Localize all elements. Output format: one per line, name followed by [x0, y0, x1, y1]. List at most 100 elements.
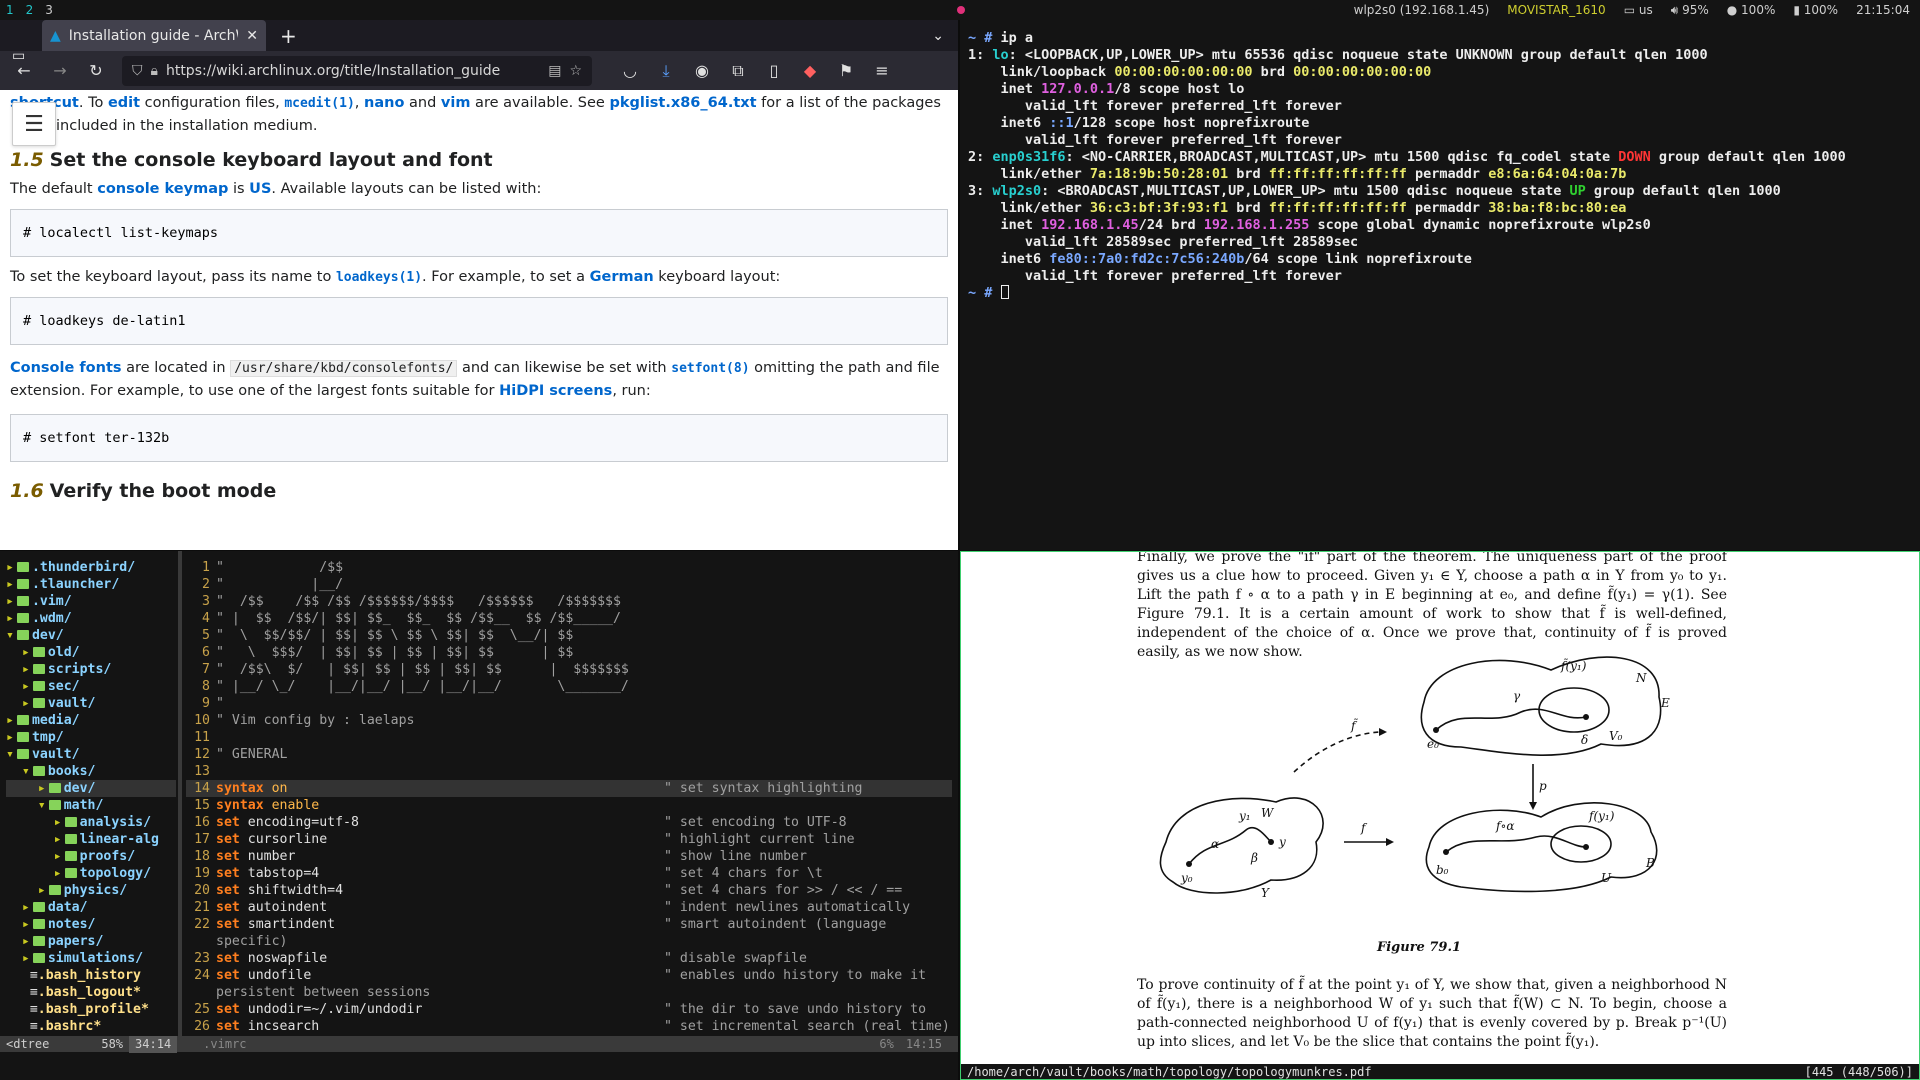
figure-caption: Figure 79.1: [1377, 940, 1462, 955]
account-icon[interactable]: ◉: [684, 61, 720, 80]
table-of-contents-icon[interactable]: ☰: [12, 102, 56, 146]
tree-item[interactable]: ▸ .vim/: [6, 593, 176, 610]
paragraph-keymap: The default console keymap is US. Availa…: [10, 181, 542, 197]
extensions-icon[interactable]: ⧉: [720, 61, 756, 81]
tree-item[interactable]: ▸ old/: [6, 644, 176, 661]
split-divider[interactable]: [178, 551, 182, 1047]
trash-extension-icon[interactable]: ▯: [756, 61, 792, 80]
tab-installation-guide[interactable]: ▲ Installation guide - ArchW ✕: [42, 20, 266, 51]
tree-item[interactable]: ▸ vault/: [6, 695, 176, 712]
workspace-3[interactable]: 3: [39, 3, 59, 17]
tree-item[interactable]: ▸ physics/: [6, 882, 176, 899]
menu-icon[interactable]: ≡: [864, 61, 900, 80]
tree-item[interactable]: ▸ sec/: [6, 678, 176, 695]
tree-item-label: media/: [31, 713, 80, 728]
tree-item-label: tmp/: [31, 730, 64, 745]
forward-icon[interactable]: →: [42, 61, 78, 80]
link-pkglist[interactable]: pkglist.x86_64.txt: [609, 95, 756, 111]
link-us[interactable]: US: [249, 181, 271, 197]
wiki-page-content: ☰ shortcut. To edit configuration files,…: [0, 90, 958, 550]
label-y1: y₁: [1238, 809, 1251, 823]
link-edit[interactable]: edit: [108, 95, 140, 111]
folder-icon: [48, 783, 61, 793]
code-block-localectl: # localectl list-keymaps: [10, 209, 948, 257]
tab-title: Installation guide - ArchW: [68, 27, 239, 44]
chevron-right-icon: ▸: [6, 594, 14, 609]
tree-item[interactable]: ▾ dev/: [6, 627, 176, 644]
tree-item-label: vault/: [31, 747, 80, 762]
figure-79-1: f̃(y₁) N E γ e₀ δ V₀ f̃ p y₁ W α β y y₀ …: [1159, 656, 1670, 900]
tree-item[interactable]: ▸ .tlauncher/: [6, 576, 176, 593]
tree-item[interactable]: ▾ books/: [6, 763, 176, 780]
pdf-viewer-window[interactable]: Finally, we prove the "if" part of the t…: [960, 551, 1920, 1080]
terminal-window[interactable]: ~ # ip a 1: lo: <LOOPBACK,UP,LOWER_UP> m…: [960, 20, 1920, 550]
tree-item[interactable]: ▸ analysis/: [6, 814, 176, 831]
tree-item[interactable]: ▸ .thunderbird/: [6, 559, 176, 576]
tree-item-label: proofs/: [79, 849, 136, 864]
tree-item[interactable]: ≡.bashrc*: [6, 1018, 176, 1035]
tree-item-label: math/: [63, 798, 104, 813]
tree-item[interactable]: ▾ math/: [6, 797, 176, 814]
tree-item[interactable]: ▸ linear-alg: [6, 831, 176, 848]
reader-view-icon[interactable]: ▤: [548, 63, 561, 79]
link-loadkeys[interactable]: loadkeys(1): [336, 270, 422, 285]
tree-item[interactable]: ▸ data/: [6, 899, 176, 916]
address-bar[interactable]: ⛉ 🔒︎ https://wiki.archlinux.org/title/In…: [122, 55, 592, 86]
lock-icon[interactable]: 🔒︎: [151, 63, 158, 79]
tree-item[interactable]: ▸ proofs/: [6, 848, 176, 865]
code-block-loadkeys: # loadkeys de-latin1: [10, 297, 948, 345]
tree-item[interactable]: ▸ topology/: [6, 865, 176, 882]
tree-item[interactable]: ▸ media/: [6, 712, 176, 729]
tree-item[interactable]: ▸ papers/: [6, 933, 176, 950]
link-console-keymap[interactable]: console keymap: [97, 181, 228, 197]
link-german[interactable]: German: [590, 269, 654, 285]
reload-icon[interactable]: ↻: [78, 61, 114, 80]
new-tab-icon[interactable]: +: [280, 24, 297, 48]
tree-item[interactable]: ▸ simulations/: [6, 950, 176, 967]
shield-icon[interactable]: ⛉: [132, 63, 143, 79]
tree-item[interactable]: ▸ tmp/: [6, 729, 176, 746]
folder-icon: [64, 834, 77, 844]
vim-editor-window[interactable]: ▸ .thunderbird/ ▸ .tlauncher/ ▸ .vim/ ▸ .wdm/ ▾ d…: [0, 551, 958, 1080]
tree-item[interactable]: ≡.bash_profile*: [6, 1001, 176, 1018]
top-status-bar: 1 2 3 wlp2s0 (192.168.1.45) MOVISTAR_161…: [0, 0, 1920, 20]
link-nano[interactable]: nano: [364, 95, 404, 111]
tree-item[interactable]: ≡.bash_logout*: [6, 984, 176, 1001]
off-extension-icon[interactable]: ⚑: [828, 61, 864, 80]
link-mcedit[interactable]: mcedit(1): [284, 96, 354, 111]
workspace-1[interactable]: 1: [0, 3, 20, 17]
pocket-icon[interactable]: ◡: [612, 61, 648, 80]
vimrc-buffer[interactable]: 1 " /$$ 2 " |__/ 3 " /$$ /$$ /$$ /$$$$$$/$$…: [186, 559, 952, 1035]
folder-icon: [16, 715, 29, 725]
pdf-paragraph-1: Finally, we prove the "if" part of the t…: [1137, 551, 1727, 660]
tree-item[interactable]: ▾ vault/: [6, 746, 176, 763]
tree-item-label: .wdm/: [31, 611, 72, 626]
intro-paragraph: shortcut. To edit configuration files, m…: [10, 92, 948, 137]
code-block-setfont: # setfont ter-132b: [10, 414, 948, 462]
folder-icon: [16, 579, 29, 589]
link-hidpi[interactable]: HiDPI screens: [499, 383, 612, 399]
tree-item[interactable]: ≡.bash_history: [6, 967, 176, 984]
link-setfont[interactable]: setfont(8): [671, 361, 749, 376]
workspace-2[interactable]: 2: [20, 3, 40, 17]
file-icon: ≡: [21, 968, 38, 983]
link-vim[interactable]: vim: [441, 95, 471, 111]
tree-item-label: vault/: [47, 696, 96, 711]
eraser-extension-icon[interactable]: ◆: [792, 61, 828, 80]
label-N: N: [1635, 671, 1647, 685]
tree-item[interactable]: ▸ scripts/: [6, 661, 176, 678]
url-text[interactable]: https://wiki.archlinux.org/title/Install…: [166, 63, 540, 79]
bookmark-star-icon[interactable]: ☆: [569, 63, 582, 79]
link-console-fonts[interactable]: Console fonts: [10, 360, 122, 376]
tree-item[interactable]: ▸ .wdm/: [6, 610, 176, 627]
label-W: W: [1261, 806, 1275, 820]
tree-item[interactable]: ▸ notes/: [6, 916, 176, 933]
list-tabs-icon[interactable]: ⌄: [932, 28, 944, 44]
download-icon[interactable]: ⤓: [648, 61, 684, 81]
chevron-down-icon: ▾: [6, 628, 14, 643]
tab-overview-icon[interactable]: ▭: [12, 48, 25, 64]
file-icon: ≡: [21, 1019, 38, 1034]
close-tab-icon[interactable]: ✕: [246, 28, 258, 44]
tree-item[interactable]: ▸ dev/: [6, 780, 176, 797]
chevron-right-icon: ▸: [37, 781, 46, 796]
